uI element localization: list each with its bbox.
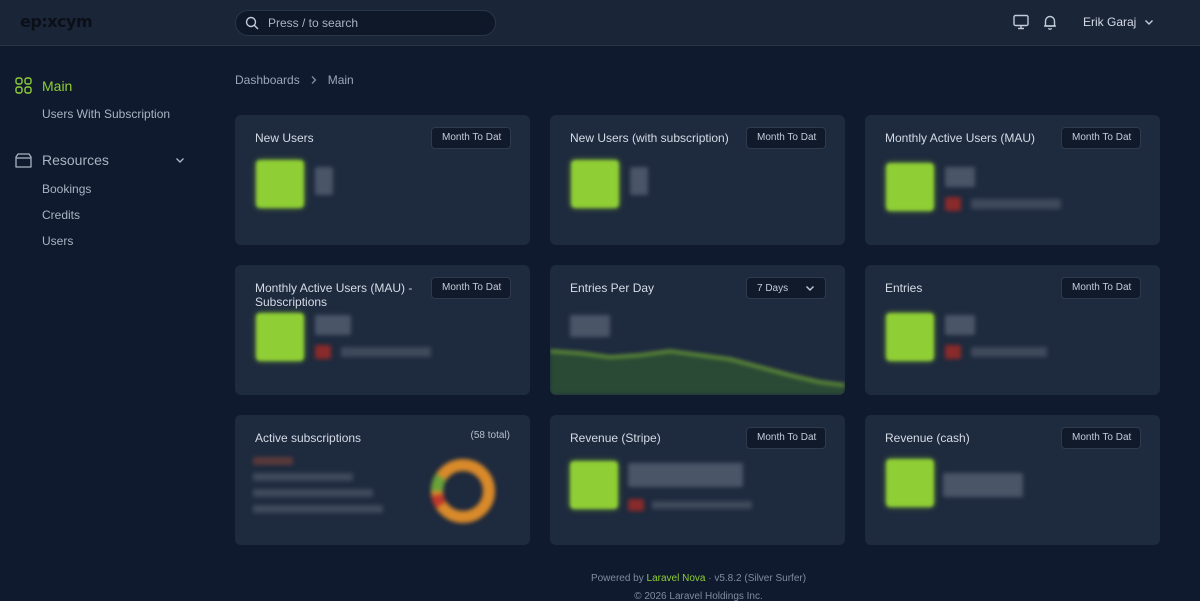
sidebar-item-label: Main bbox=[42, 77, 73, 94]
metric-card-mau-subscriptions: Monthly Active Users (MAU) - Subscriptio… bbox=[235, 265, 530, 395]
metric-value bbox=[570, 315, 610, 337]
sidebar-item-users[interactable]: Users bbox=[42, 234, 73, 248]
donut-chart bbox=[431, 459, 495, 523]
trend-down-icon bbox=[945, 345, 961, 359]
sidebar-item-label: Resources bbox=[42, 152, 109, 168]
chevron-down-icon bbox=[176, 158, 184, 163]
range-select[interactable]: Month To Dat bbox=[431, 127, 511, 149]
metric-delta bbox=[341, 347, 431, 357]
metric-icon bbox=[571, 160, 619, 208]
metric-card-revenue-cash: Revenue (cash) Month To Dat bbox=[865, 415, 1160, 545]
range-select[interactable]: 7 Days bbox=[746, 277, 826, 299]
metric-card-mau: Monthly Active Users (MAU) Month To Dat bbox=[865, 115, 1160, 245]
metric-value bbox=[315, 315, 351, 335]
metric-icon bbox=[256, 160, 304, 208]
card-title: Revenue (cash) bbox=[885, 431, 970, 445]
legend-item bbox=[253, 473, 353, 481]
metric-icon bbox=[570, 461, 618, 509]
card-title: New Users bbox=[255, 131, 314, 145]
card-title: Entries bbox=[885, 281, 923, 295]
metric-value bbox=[315, 167, 333, 195]
sidebar-item-users-with-subscription[interactable]: Users With Subscription bbox=[42, 107, 170, 121]
footer-version: · v5.8.2 (Silver Surfer) bbox=[708, 573, 807, 584]
metric-icon bbox=[886, 313, 934, 361]
breadcrumb-current: Main bbox=[327, 73, 354, 87]
card-title: Monthly Active Users (MAU) bbox=[885, 131, 1036, 145]
trend-down-icon bbox=[628, 499, 644, 511]
range-select[interactable]: Month To Dat bbox=[1061, 127, 1141, 149]
card-title: New Users (with subscription) bbox=[570, 131, 729, 145]
metric-value bbox=[945, 167, 975, 187]
metric-card-revenue-stripe: Revenue (Stripe) Month To Dat bbox=[550, 415, 845, 545]
metric-value bbox=[945, 315, 975, 335]
range-select[interactable]: Month To Dat bbox=[1061, 427, 1141, 449]
trend-down-icon bbox=[315, 345, 331, 359]
metric-icon bbox=[256, 313, 304, 361]
range-select[interactable]: Month To Dat bbox=[746, 427, 826, 449]
sidebar-item-credits[interactable]: Credits bbox=[42, 208, 80, 222]
card-title: Entries Per Day bbox=[570, 281, 655, 295]
metric-value bbox=[630, 167, 648, 195]
breadcrumb-root[interactable]: Dashboards bbox=[235, 73, 300, 87]
trend-down-icon bbox=[945, 197, 961, 211]
archive-box-icon bbox=[15, 152, 32, 168]
bell-icon[interactable] bbox=[1041, 13, 1059, 31]
metric-card-new-users-subscription: New Users (with subscription) Month To D… bbox=[550, 115, 845, 245]
card-title: Active subscriptions bbox=[255, 431, 362, 445]
trend-line-chart bbox=[550, 349, 845, 395]
range-select-value: 7 Days bbox=[757, 282, 789, 294]
legend-item bbox=[253, 489, 373, 497]
metric-card-entries: Entries Month To Dat bbox=[865, 265, 1160, 395]
dashboard-grid-icon bbox=[15, 77, 32, 94]
metric-icon bbox=[886, 459, 934, 507]
partition-card-active-subscriptions: Active subscriptions (58 total) bbox=[235, 415, 530, 545]
chevron-down-icon bbox=[806, 286, 814, 291]
metric-delta bbox=[971, 347, 1047, 357]
metric-delta bbox=[971, 199, 1061, 209]
search-icon bbox=[245, 16, 259, 30]
user-name: Erik Garaj bbox=[1083, 15, 1137, 29]
sidebar-item-bookings[interactable]: Bookings bbox=[42, 182, 91, 196]
footer-powered-by: Powered by Laravel Nova · v5.8.2 (Silver… bbox=[0, 573, 1200, 584]
search-input[interactable] bbox=[268, 11, 488, 35]
sidebar-item-resources[interactable]: Resources bbox=[15, 152, 185, 168]
metric-card-new-users: New Users Month To Dat bbox=[235, 115, 530, 245]
legend-item bbox=[253, 457, 293, 465]
metric-icon bbox=[886, 163, 934, 211]
sidebar-item-main[interactable]: Main bbox=[15, 77, 72, 94]
legend-item bbox=[253, 505, 383, 513]
search-box[interactable] bbox=[235, 10, 496, 36]
footer-copyright: © 2026 Laravel Holdings Inc. bbox=[634, 591, 763, 601]
sidebar: Main Users With Subscription Resources B… bbox=[0, 46, 200, 601]
range-select[interactable]: Month To Dat bbox=[431, 277, 511, 299]
user-menu[interactable]: Erik Garaj bbox=[1083, 15, 1154, 29]
range-select[interactable]: Month To Dat bbox=[746, 127, 826, 149]
total-count: (58 total) bbox=[470, 430, 510, 441]
top-bar: ep:xcym Erik Garaj bbox=[0, 0, 1200, 46]
chevron-down-icon bbox=[1145, 20, 1154, 25]
monitor-icon[interactable] bbox=[1012, 13, 1030, 31]
card-title: Monthly Active Users (MAU) - Subscriptio… bbox=[255, 281, 413, 309]
chevron-right-icon bbox=[311, 76, 317, 84]
trend-card-entries-per-day: Entries Per Day 7 Days bbox=[550, 265, 845, 395]
card-title: Revenue (Stripe) bbox=[570, 431, 661, 445]
metric-delta bbox=[652, 501, 752, 509]
footer-brand-link[interactable]: Laravel Nova bbox=[647, 573, 706, 584]
footer-prefix: Powered by bbox=[590, 573, 644, 584]
app-logo[interactable]: ep:xcym bbox=[20, 12, 93, 31]
range-select[interactable]: Month To Dat bbox=[1061, 277, 1141, 299]
metric-value bbox=[943, 473, 1023, 497]
breadcrumb: Dashboards Main bbox=[235, 73, 354, 87]
metric-value bbox=[628, 463, 743, 487]
